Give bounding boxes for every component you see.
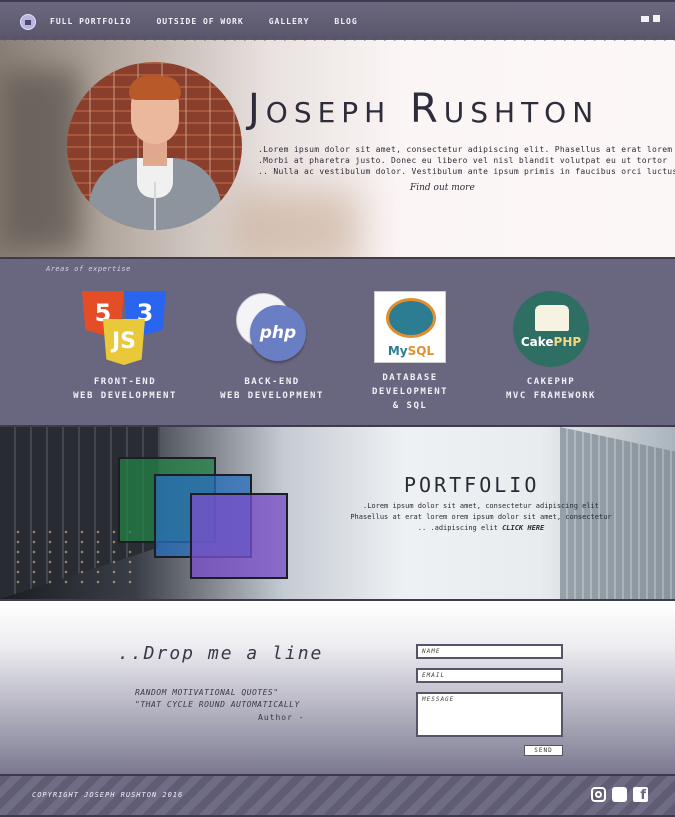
portfolio-section: Portfolio .Lorem ipsum dolor sit amet, c…: [0, 427, 675, 599]
skill-label: MVC Framework: [506, 391, 596, 401]
portfolio-text: .Lorem ipsum dolor sit amet, consectetur…: [346, 501, 616, 534]
skill-label: Development: [371, 387, 449, 397]
skill-label: Web Development: [220, 391, 324, 401]
email-field[interactable]: Email: [416, 668, 563, 683]
skill-label: Database: [382, 373, 438, 383]
portfolio-line: .. .adipiscing elit: [417, 524, 503, 532]
portfolio-line: .Lorem ipsum dolor sit amet, consectetur…: [362, 502, 599, 510]
skill-label: Back-End: [244, 377, 300, 387]
skill-label: CakePHP: [526, 377, 576, 387]
name-field[interactable]: Name: [416, 644, 563, 659]
skill-label: Front-End: [93, 377, 157, 387]
nav-link-full-portfolio[interactable]: Full Portfolio: [50, 17, 131, 26]
send-button[interactable]: Send: [524, 745, 563, 756]
mail-icon[interactable]: [641, 16, 649, 22]
hero-intro: .Lorem ipsum dolor sit amet, consectetur…: [258, 144, 675, 177]
contact-heading: ..Drop me a line: [118, 643, 324, 664]
skill-cakephp: CakePHP CakePHP MVC Framework: [486, 291, 616, 403]
nav-link-gallery[interactable]: Gallery: [269, 17, 310, 26]
profile-photo: [67, 62, 242, 230]
nav-link-blog[interactable]: Blog: [334, 17, 357, 26]
contact-section: ..Drop me a line random motivational quo…: [0, 599, 675, 776]
copyright-text: Copyright Joseph Rushton 2016: [32, 791, 184, 799]
mysql-icon: MySQL: [374, 291, 446, 363]
hero-intro-line: .Lorem ipsum dolor sit amet, consectetur…: [258, 145, 673, 154]
expertise-section: Areas of expertise 5 3 JS Front-End Web …: [0, 257, 675, 427]
zigzag-divider: [0, 36, 675, 46]
message-field[interactable]: Message: [416, 692, 563, 737]
skill-front-end: 5 3 JS Front-End Web Development: [60, 291, 190, 403]
expertise-heading: Areas of expertise: [46, 265, 131, 273]
nav-links: Full Portfolio Outside of Work Gallery B…: [50, 17, 383, 26]
skill-label: Web Development: [73, 391, 177, 401]
skill-label: & SQL: [392, 401, 428, 411]
hero-section: Joseph Rushton .Lorem ipsum dolor sit am…: [0, 40, 675, 257]
hero-intro-line: .. Nulla ac vestibulum dolor. Vestibulum…: [258, 167, 675, 176]
linkedin-icon[interactable]: [653, 15, 660, 22]
facebook-icon[interactable]: f: [633, 787, 648, 803]
cakephp-icon: CakePHP: [513, 291, 589, 367]
hero-intro-line: .Morbi at pharetra justo. Donec eu liber…: [258, 156, 668, 165]
home-icon[interactable]: [20, 14, 36, 30]
twitter-icon[interactable]: [612, 787, 627, 802]
click-here-link[interactable]: CLICK HERE: [502, 524, 544, 532]
portfolio-title: Portfolio: [404, 473, 540, 497]
skill-back-end: php Back-End Web Development: [207, 291, 337, 403]
quote-author: Author -: [258, 713, 305, 722]
nav-link-outside-of-work[interactable]: Outside of Work: [156, 17, 243, 26]
instagram-icon[interactable]: [591, 787, 606, 802]
portfolio-line: Phasellus at erat lorem orem ipsum dolor…: [350, 513, 612, 521]
hero-name: Joseph Rushton: [248, 86, 600, 132]
background-blur: [230, 190, 360, 257]
motivational-quote: random motivational quotes" "that cycle …: [135, 688, 300, 709]
javascript-icon: JS: [103, 319, 145, 365]
footer: Copyright Joseph Rushton 2016 f: [0, 776, 675, 817]
php-icon: php: [232, 291, 312, 367]
find-out-more-link[interactable]: Find out more: [410, 183, 475, 193]
skill-database: MySQL Database Development & SQL: [345, 291, 475, 413]
purple-square: [190, 493, 288, 579]
html-css-js-icon: 5 3 JS: [80, 291, 170, 367]
